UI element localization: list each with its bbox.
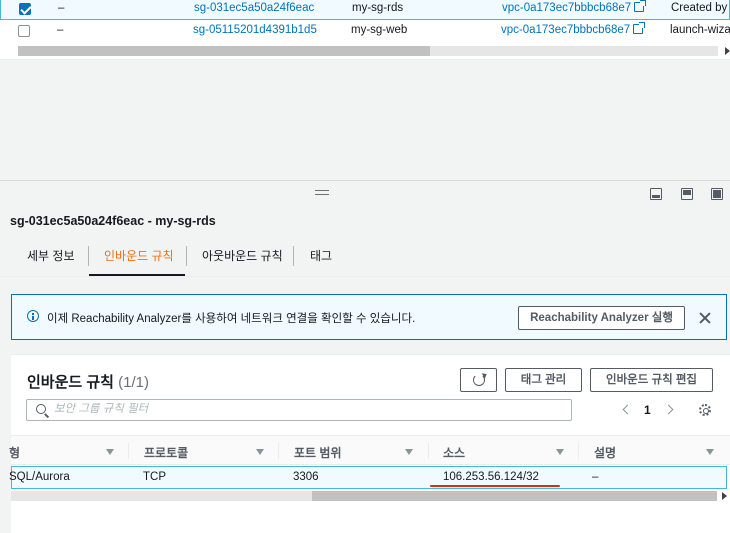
scrollbar-thumb[interactable] <box>312 491 717 501</box>
vpc-link-wrap[interactable]: vpc-0a173ec7bbbcb68e7 <box>502 0 647 14</box>
type-cell: SQL/Aurora <box>9 471 70 483</box>
page-number[interactable]: 1 <box>644 403 651 417</box>
edit-inbound-rules-button[interactable]: 인바운드 규칙 편집 <box>590 368 713 392</box>
tab-separator <box>88 246 89 266</box>
name-cell: – <box>57 24 64 36</box>
column-separator[interactable] <box>578 443 579 459</box>
description-cell: launch-wizar <box>670 24 730 36</box>
vpc-link-wrap[interactable]: vpc-0a173ec7bbbcb68e7 <box>501 22 646 36</box>
highlight-underline <box>430 485 560 487</box>
chevron-right-icon[interactable] <box>663 404 674 415</box>
sort-caret-icon[interactable] <box>405 449 413 455</box>
search-icon <box>36 404 46 414</box>
panel-full-icon[interactable] <box>711 188 723 200</box>
name-cell: – <box>58 2 65 14</box>
refresh-icon <box>473 374 485 386</box>
tab-outbound-rules[interactable]: 아웃바운드 규칙 <box>202 247 283 264</box>
scrollbar-thumb[interactable] <box>18 46 430 56</box>
rules-count: (1/1) <box>118 374 149 391</box>
panel-divider[interactable] <box>0 180 730 181</box>
scroll-right-arrow-icon[interactable] <box>725 47 730 55</box>
tab-inbound-rules[interactable]: 인바운드 규칙 <box>104 247 174 264</box>
column-header-port-range[interactable]: 포트 범위 <box>294 444 342 461</box>
sort-caret-icon[interactable] <box>256 449 264 455</box>
sg-name-cell: my-sg-rds <box>352 2 404 14</box>
banner-text: 이제 Reachability Analyzer를 사용하여 네트워크 연결을 … <box>47 313 416 325</box>
table-header: 형 프로토콜 포트 범위 소스 설명 <box>9 435 730 465</box>
search-input[interactable] <box>54 403 554 415</box>
external-link-icon <box>634 0 647 12</box>
filter-box[interactable] <box>26 399 572 421</box>
security-groups-table: – sg-031ec5a50a24f6eac my-sg-rds vpc-0a1… <box>0 0 730 60</box>
tab-separator <box>186 246 187 266</box>
reachability-analyzer-button[interactable]: Reachability Analyzer 실행 <box>518 306 685 330</box>
tab-tags[interactable]: 태그 <box>310 247 332 264</box>
info-icon <box>27 310 39 322</box>
column-separator[interactable] <box>428 443 429 459</box>
column-separator[interactable] <box>278 443 279 459</box>
vpc-link[interactable]: vpc-0a173ec7bbbcb68e7 <box>502 2 631 14</box>
refresh-button[interactable] <box>460 368 497 392</box>
close-icon[interactable] <box>699 312 711 324</box>
table-row[interactable]: – sg-05115201d4391b1d5 my-sg-web vpc-0a1… <box>0 21 730 43</box>
sort-caret-icon[interactable] <box>106 449 114 455</box>
description-cell: – <box>592 471 599 483</box>
row-checkbox[interactable] <box>19 3 31 15</box>
sort-caret-icon[interactable] <box>706 449 714 455</box>
column-separator[interactable] <box>128 443 129 459</box>
tab-separator <box>293 246 294 266</box>
scroll-right-arrow-icon[interactable] <box>722 492 727 500</box>
rules-heading: 인바운드 규칙 (1/1) <box>27 371 149 392</box>
port-range-cell: 3306 <box>293 471 319 483</box>
sg-id-link[interactable]: sg-031ec5a50a24f6eac <box>194 2 314 14</box>
description-cell: Created by R <box>671 2 730 14</box>
chevron-left-icon[interactable] <box>622 404 633 415</box>
row-checkbox[interactable] <box>18 25 30 37</box>
source-cell: 106.253.56.124/32 <box>443 471 539 483</box>
resize-handle-icon[interactable] <box>315 190 329 191</box>
column-header-description[interactable]: 설명 <box>594 444 616 461</box>
sg-id-link[interactable]: sg-05115201d4391b1d5 <box>193 24 317 36</box>
external-link-icon <box>633 22 646 34</box>
column-header-type[interactable]: 형 <box>9 444 20 461</box>
table-row[interactable]: SQL/Aurora TCP 3306 106.253.56.124/32 – <box>9 466 727 489</box>
column-header-protocol[interactable]: 프로토콜 <box>144 444 188 461</box>
sort-caret-icon[interactable] <box>556 449 564 455</box>
sg-name-cell: my-sg-web <box>351 24 408 36</box>
info-banner: 이제 Reachability Analyzer를 사용하여 네트워크 연결을 … <box>11 294 727 340</box>
table-row[interactable]: – sg-031ec5a50a24f6eac my-sg-rds vpc-0a1… <box>0 0 730 20</box>
manage-tags-button[interactable]: 태그 관리 <box>505 368 582 392</box>
panel-split-icon[interactable] <box>681 188 693 200</box>
tab-divider <box>0 276 730 277</box>
gear-icon[interactable] <box>699 404 711 416</box>
panel-bottom-icon[interactable] <box>650 188 662 200</box>
column-header-source[interactable]: 소스 <box>443 444 465 461</box>
tab-details[interactable]: 세부 정보 <box>27 247 75 264</box>
protocol-cell: TCP <box>143 471 166 483</box>
inbound-rules-panel: 인바운드 규칙 (1/1) 태그 관리 인바운드 규칙 편집 1 형 프로토콜 … <box>9 354 730 533</box>
detail-title: sg-031ec5a50a24f6eac - my-sg-rds <box>10 214 216 228</box>
vpc-link[interactable]: vpc-0a173ec7bbbcb68e7 <box>501 24 630 36</box>
rules-title: 인바운드 규칙 <box>27 374 114 391</box>
resize-handle-icon[interactable] <box>315 194 329 195</box>
